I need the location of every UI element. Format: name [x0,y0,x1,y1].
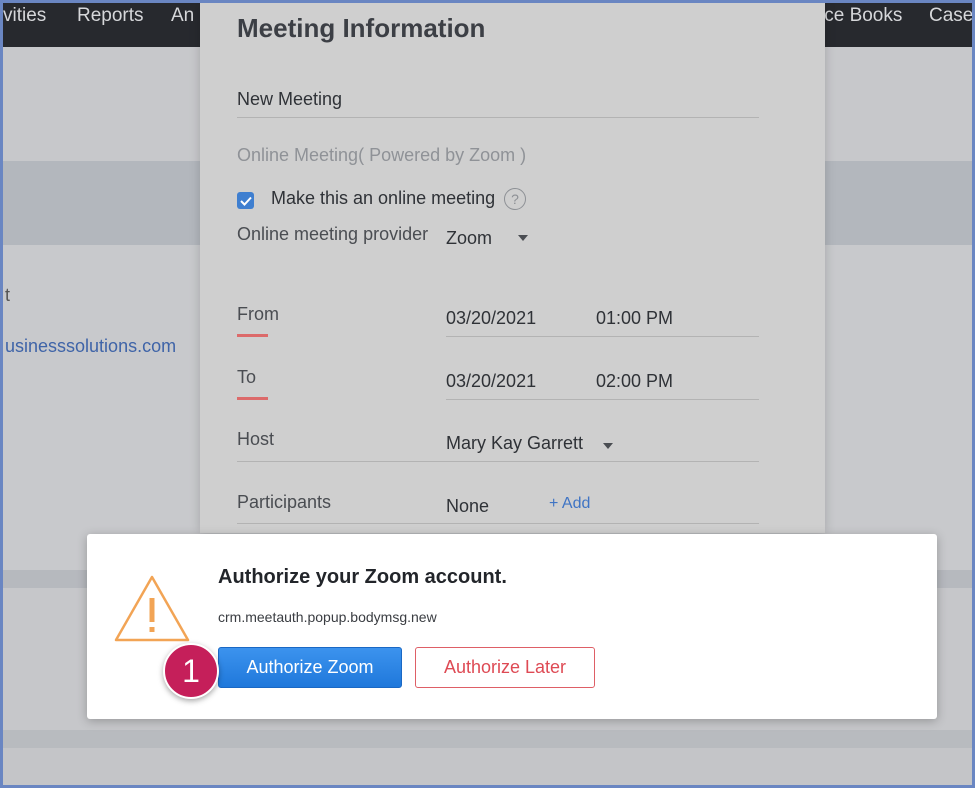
nav-item-reports[interactable]: Reports [77,5,144,27]
check-icon [239,196,252,206]
screen-frame: vities Reports An ice Books Case t usine… [0,0,975,788]
required-indicator [237,334,268,337]
participants-label: Participants [237,492,332,512]
nav-item-activities[interactable]: vities [3,5,46,27]
bg-text-fragment: t [5,285,11,305]
authorize-zoom-dialog: Authorize your Zoom account. crm.meetaut… [87,534,937,719]
participants-value: None [446,496,490,516]
bg-email-link[interactable]: usinesssolutions.com [5,336,176,357]
panel-title: Meeting Information [237,13,486,43]
host-label: Host [237,429,275,449]
from-time-field[interactable]: 01:00 PM [596,308,673,329]
authorize-later-button[interactable]: Authorize Later [415,647,595,688]
online-meeting-checkbox[interactable] [237,192,254,209]
location-field[interactable]: Online Meeting( Powered by Zoom ) [237,145,526,166]
required-indicator [237,397,268,400]
online-meeting-label: Make this an online meeting [271,188,496,208]
nav-item-price-books[interactable]: ice Books [820,5,902,27]
nav-item-cases[interactable]: Case [929,5,972,27]
bg-divider [3,730,972,748]
provider-select[interactable]: Zoom [446,228,492,249]
help-icon[interactable]: ? [504,188,526,210]
chevron-down-icon[interactable] [603,443,613,449]
add-participant-link[interactable]: + Add [549,495,590,513]
field-underline [446,336,759,337]
field-underline [446,399,759,400]
bg-section [3,748,972,785]
host-select[interactable]: Mary Kay Garrett [446,433,583,454]
authorize-zoom-button[interactable]: Authorize Zoom [218,647,402,688]
from-date-field[interactable]: 03/20/2021 [446,308,536,329]
field-underline [237,461,759,462]
field-underline [237,117,759,118]
dialog-title: Authorize your Zoom account. [218,566,507,588]
chevron-down-icon[interactable] [518,235,528,241]
warning-icon [114,575,190,642]
meeting-information-panel: Meeting Information New Meeting Online M… [200,3,825,533]
to-label: To [237,367,257,387]
to-date-field[interactable]: 03/20/2021 [446,371,536,392]
dialog-message: crm.meetauth.popup.bodymsg.new [218,609,437,625]
step-number-badge: 1 [163,643,219,699]
field-underline [237,523,759,524]
to-time-field[interactable]: 02:00 PM [596,371,673,392]
nav-item-analytics[interactable]: An [171,5,194,27]
provider-label: Online meeting provider [237,224,429,244]
from-label: From [237,304,279,324]
meeting-title-field[interactable]: New Meeting [237,89,342,110]
